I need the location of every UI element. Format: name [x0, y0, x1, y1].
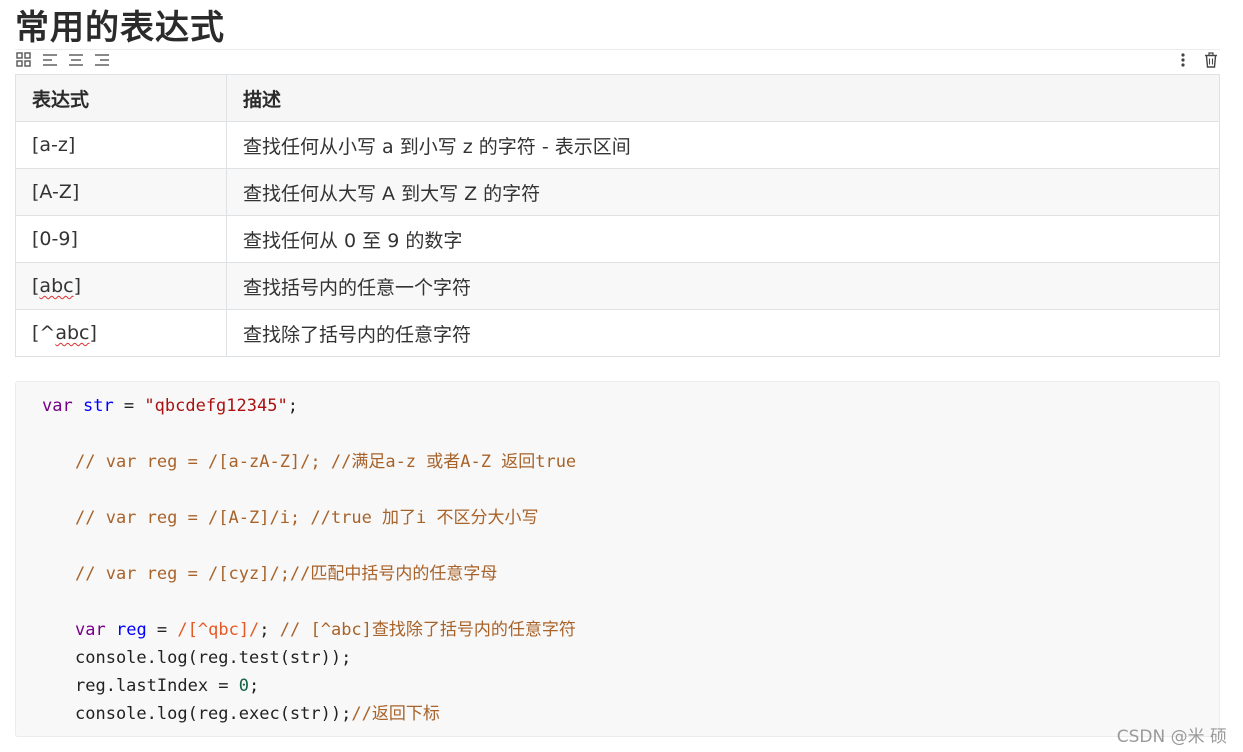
align-left-icon[interactable]	[41, 52, 59, 68]
code-operator: =	[113, 396, 145, 416]
spellcheck-word: abc	[39, 275, 74, 297]
table-header-row: 表达式 描述	[15, 74, 1220, 122]
trash-icon[interactable]	[1202, 52, 1220, 68]
code-line-3: // var reg = /[A-Z]/i; //true 加了i 不区分大小写	[75, 508, 539, 528]
more-vertical-icon[interactable]	[1174, 52, 1192, 68]
code-operator: =	[146, 620, 178, 640]
code-punct: ;	[287, 396, 298, 416]
code-line-5: var reg = /[^qbc]/; // [^abc]查找除了括号内的任意字…	[75, 619, 576, 641]
code-comment: //返回下标	[351, 704, 440, 724]
code-statement: console.log(reg.exec(str));	[75, 704, 352, 724]
expr-suffix: ]	[89, 322, 97, 344]
code-variable: str	[82, 396, 114, 416]
code-line-1: var str = "qbcdefg12345";	[42, 395, 298, 417]
align-center-icon[interactable]	[67, 52, 85, 68]
code-keyword: var	[75, 620, 106, 640]
expr-prefix: [^	[32, 322, 56, 344]
table-row: [a-z] 查找任何从小写 a 到小写 z 的字符 - 表示区间	[15, 121, 1220, 169]
table-row: [^abc] 查找除了括号内的任意字符	[15, 309, 1220, 357]
expr-cell[interactable]: [A-Z]	[15, 168, 227, 216]
code-block[interactable]: var str = "qbcdefg12345"; // var reg = /…	[15, 381, 1220, 737]
code-punct: ;	[249, 676, 260, 696]
code-line-4: // var reg = /[cyz]/;//匹配中括号内的任意字母	[75, 564, 498, 584]
align-right-icon[interactable]	[93, 52, 111, 68]
code-punct: ;	[259, 620, 280, 640]
desc-cell[interactable]: 查找任何从小写 a 到小写 z 的字符 - 表示区间	[226, 121, 1220, 169]
expr-cell[interactable]: [^abc]	[15, 309, 227, 357]
code-comment: // [^abc]查找除了括号内的任意字符	[279, 620, 576, 640]
desc-cell[interactable]: 查找除了括号内的任意字符	[226, 309, 1220, 357]
code-line-6: console.log(reg.test(str));	[75, 648, 352, 668]
code-statement: reg.lastIndex =	[75, 676, 239, 696]
expr-suffix: ]	[73, 275, 81, 297]
code-number: 0	[238, 676, 250, 696]
regex-table: 表达式 描述 [a-z] 查找任何从小写 a 到小写 z 的字符 - 表示区间 …	[15, 74, 1220, 357]
code-regex: /[^qbc]/	[177, 620, 260, 640]
header-expression[interactable]: 表达式	[15, 74, 227, 122]
grid-icon[interactable]	[15, 52, 33, 68]
header-description[interactable]: 描述	[226, 74, 1220, 122]
code-line-8: console.log(reg.exec(str));//返回下标	[75, 703, 440, 725]
expr-cell[interactable]: [a-z]	[15, 121, 227, 169]
code-variable: reg	[115, 620, 147, 640]
table-row: [A-Z] 查找任何从大写 A 到大写 Z 的字符	[15, 168, 1220, 216]
code-line-2: // var reg = /[a-zA-Z]/; //满足a-z 或者A-Z 返…	[75, 452, 577, 472]
page-heading: 常用的表达式	[15, 8, 225, 48]
code-line-7: reg.lastIndex = 0;	[75, 675, 259, 697]
table-row: [abc] 查找括号内的任意一个字符	[15, 262, 1220, 310]
code-keyword: var	[42, 396, 73, 416]
spellcheck-word: abc	[55, 322, 90, 344]
desc-cell[interactable]: 查找任何从 0 至 9 的数字	[226, 215, 1220, 263]
desc-cell[interactable]: 查找括号内的任意一个字符	[226, 262, 1220, 310]
expr-cell[interactable]: [abc]	[15, 262, 227, 310]
table-toolbar	[15, 49, 1220, 71]
watermark: CSDN @米 硕	[1116, 727, 1227, 747]
desc-cell[interactable]: 查找任何从大写 A 到大写 Z 的字符	[226, 168, 1220, 216]
expr-cell[interactable]: [0-9]	[15, 215, 227, 263]
table-row: [0-9] 查找任何从 0 至 9 的数字	[15, 215, 1220, 263]
code-string: "qbcdefg12345"	[144, 396, 288, 416]
